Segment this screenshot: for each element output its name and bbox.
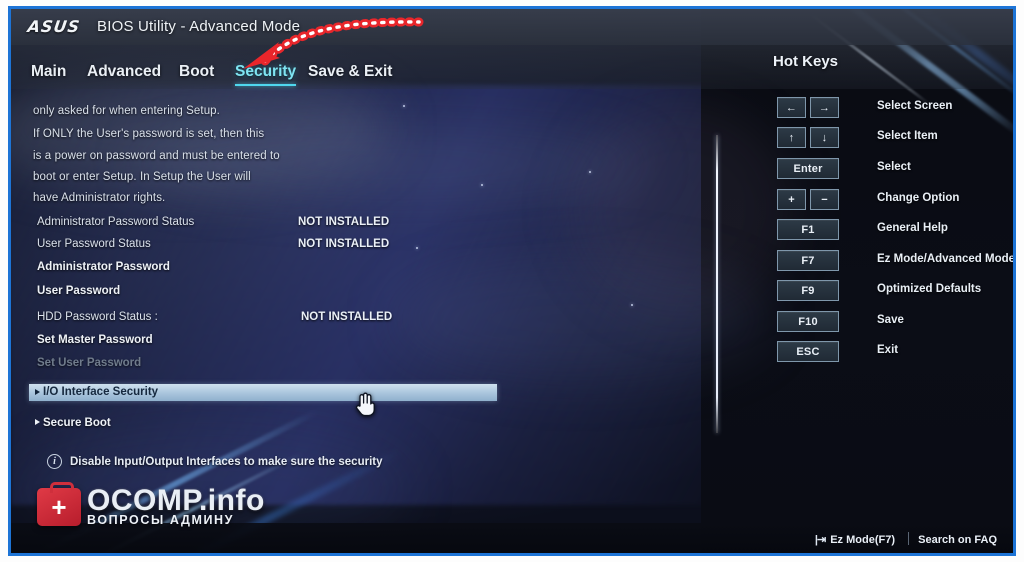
sparkle — [403, 105, 405, 107]
title-bar: ASUS BIOS Utility - Advanced Mode — [11, 9, 1013, 45]
help-text-line: is a power on password and must be enter… — [33, 150, 280, 162]
setting-row-administrator-password-status[interactable]: Administrator Password Status NOT INSTAL… — [29, 216, 499, 235]
hotkey-label: Save — [877, 314, 904, 326]
sparkle — [481, 184, 483, 186]
tab-advanced[interactable]: Advanced — [87, 63, 161, 81]
watermark: + OCOMP.info ВОПРОСЫ АДМИНУ — [37, 482, 265, 531]
tab-main[interactable]: Main — [31, 63, 66, 81]
ez-mode-icon: |⇥ — [814, 534, 826, 546]
setting-label: Administrator Password — [37, 261, 170, 273]
bios-screen-frame: ASUS BIOS Utility - Advanced Mode Main A… — [8, 6, 1016, 556]
setting-value: NOT INSTALLED — [298, 238, 390, 250]
key-f9[interactable]: F9 — [777, 280, 839, 301]
hotkey-label: Select Screen — [877, 100, 953, 112]
setting-row-set-master-password[interactable]: Set Master Password — [29, 334, 499, 353]
key-f7[interactable]: F7 — [777, 250, 839, 271]
ez-mode-label: Ez Mode(F7) — [830, 533, 895, 546]
setting-row-administrator-password[interactable]: Administrator Password — [29, 261, 499, 280]
key-f10[interactable]: F10 — [777, 311, 839, 332]
ez-mode-button[interactable]: |⇥ Ez Mode(F7) — [814, 533, 895, 547]
setting-label: Administrator Password Status — [37, 216, 195, 228]
sparkle — [589, 171, 591, 173]
key-plus[interactable]: + — [777, 189, 806, 210]
page-title: BIOS Utility - Advanced Mode — [97, 18, 301, 35]
setting-row-set-user-password: Set User Password — [29, 357, 499, 376]
submenu-arrow-icon — [35, 419, 40, 425]
tab-security-label: Security — [235, 63, 297, 80]
setting-row-user-password[interactable]: User Password — [29, 285, 499, 304]
watermark-text: OCOMP.info ВОПРОСЫ АДМИНУ — [87, 483, 265, 528]
search-faq-button[interactable]: Search on FAQ — [918, 534, 997, 546]
key-esc[interactable]: ESC — [777, 341, 839, 362]
key-arrow-right[interactable]: → — [810, 97, 839, 118]
hotkey-label: Exit — [877, 344, 899, 356]
help-text-line: only asked for when entering Setup. — [33, 105, 220, 117]
hotkey-label: Ez Mode/Advanced Mode — [877, 253, 1016, 265]
key-enter[interactable]: Enter — [777, 158, 839, 179]
help-text-line: have Administrator rights. — [33, 192, 166, 204]
tab-boot[interactable]: Boot — [179, 63, 214, 81]
info-hint-text: Disable Input/Output Interfaces to make … — [70, 455, 383, 468]
info-circle-icon: i — [47, 454, 62, 469]
plus-icon: + — [51, 492, 67, 522]
setting-label: HDD Password Status : — [37, 311, 158, 323]
submenu-arrow-icon — [35, 389, 40, 395]
info-hint: i Disable Input/Output Interfaces to mak… — [47, 454, 383, 469]
active-tab-underline — [235, 84, 297, 86]
submenu-label: Secure Boot — [43, 417, 111, 429]
sparkle — [631, 304, 633, 306]
tab-bar — [11, 45, 1013, 89]
help-text-line: If ONLY the User's password is set, then… — [33, 128, 265, 140]
watermark-name: OCOMP.info — [87, 483, 265, 517]
key-arrow-left[interactable]: ← — [777, 97, 806, 118]
hot-keys-title: Hot Keys — [773, 53, 839, 70]
hotkey-label: General Help — [877, 222, 948, 234]
key-minus[interactable]: − — [810, 189, 839, 210]
setting-row-user-password-status[interactable]: User Password Status NOT INSTALLED — [29, 238, 499, 257]
help-text-line: boot or enter Setup. In Setup the User w… — [33, 171, 251, 183]
panel-divider — [716, 135, 718, 433]
setting-label: User Password — [37, 285, 121, 297]
hotkey-label: Select Item — [877, 130, 938, 142]
tab-security[interactable]: Security — [235, 63, 297, 86]
hotkey-label: Select — [877, 161, 911, 173]
setting-row-hdd-password-status[interactable]: HDD Password Status : NOT INSTALLED — [29, 311, 499, 330]
tab-save-exit[interactable]: Save & Exit — [308, 63, 392, 81]
asus-logo: ASUS — [26, 17, 82, 36]
hotkey-label: Change Option — [877, 192, 960, 204]
key-arrow-down[interactable]: ↓ — [810, 127, 839, 148]
setting-label-disabled: Set User Password — [37, 357, 142, 369]
submenu-io-interface-security[interactable]: I/O Interface Security — [29, 384, 497, 401]
medical-bag-icon: + — [37, 482, 81, 526]
submenu-label: I/O Interface Security — [43, 386, 159, 398]
setting-label: Set Master Password — [37, 334, 153, 346]
key-arrow-up[interactable]: ↑ — [777, 127, 806, 148]
background-right-panel — [701, 9, 1013, 553]
setting-value: NOT INSTALLED — [298, 216, 390, 228]
screenshot-root: ASUS BIOS Utility - Advanced Mode Main A… — [0, 0, 1024, 562]
key-f1[interactable]: F1 — [777, 219, 839, 240]
hotkey-label: Optimized Defaults — [877, 283, 982, 295]
setting-value: NOT INSTALLED — [301, 311, 393, 323]
footer-separator — [908, 532, 909, 545]
setting-label: User Password Status — [37, 238, 151, 250]
